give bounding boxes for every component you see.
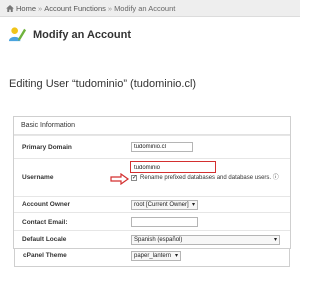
rename-databases-checkbox[interactable]: ✓	[131, 175, 137, 181]
account-owner-select[interactable]: root [Current Owner] ▾	[131, 200, 198, 210]
panel-heading: Basic Information	[14, 117, 290, 135]
breadcrumb-current: Modify an Account	[114, 3, 176, 13]
username-label: Username	[22, 174, 54, 181]
editing-user-title: Editing User “tudominio” (tudominio.cl)	[9, 78, 197, 90]
breadcrumb-separator: »	[107, 3, 113, 13]
primary-domain-label: Primary Domain	[22, 144, 72, 151]
caret-down-icon: ▾	[174, 253, 178, 259]
cpanel-theme-value: paper_lantern	[134, 253, 172, 259]
account-owner-value: root [Current Owner]	[134, 202, 189, 208]
account-owner-label: Account Owner	[22, 201, 71, 208]
contact-email-row: Contact Email:	[14, 212, 290, 230]
rename-databases-text: Rename prefixed databases and database u…	[140, 175, 272, 181]
default-locale-label: Default Locale	[22, 236, 67, 243]
cpanel-theme-label: cPanel Theme	[23, 252, 67, 259]
username-row: Username ✓ Rename prefixed databases and…	[14, 158, 290, 196]
username-input[interactable]	[132, 162, 192, 173]
primary-domain-row: Primary Domain	[14, 135, 290, 158]
default-locale-select[interactable]: Spanish (español) ▾	[131, 235, 280, 245]
home-icon	[6, 4, 14, 12]
user-edit-icon	[8, 27, 27, 42]
info-icon[interactable]: ⓘ	[273, 175, 279, 181]
breadcrumb: Home » Account Functions » Modify an Acc…	[0, 0, 300, 17]
caret-down-icon: ▾	[273, 237, 277, 243]
page-header: Modify an Account	[8, 25, 131, 44]
default-locale-value: Spanish (español)	[134, 237, 183, 243]
breadcrumb-home-link[interactable]: Home	[16, 4, 36, 13]
account-owner-row: Account Owner root [Current Owner] ▾	[14, 196, 290, 212]
basic-information-panel: Basic Information Primary Domain Usernam…	[13, 116, 291, 249]
page-title: Modify an Account	[33, 28, 131, 41]
caret-down-icon: ▾	[191, 202, 195, 208]
rename-databases-label: Rename prefixed databases and database u…	[140, 174, 290, 182]
breadcrumb-separator: »	[38, 3, 43, 13]
breadcrumb-account-functions-link[interactable]: Account Functions	[44, 4, 106, 13]
primary-domain-input[interactable]	[131, 142, 193, 152]
cpanel-theme-select[interactable]: paper_lantern ▾	[131, 251, 181, 261]
contact-email-input[interactable]	[131, 217, 198, 227]
contact-email-label: Contact Email:	[22, 219, 68, 226]
cpanel-theme-row: cPanel Theme paper_lantern ▾	[14, 248, 290, 267]
default-locale-row: Default Locale Spanish (español) ▾	[14, 230, 290, 248]
arrow-right-icon	[110, 173, 130, 185]
